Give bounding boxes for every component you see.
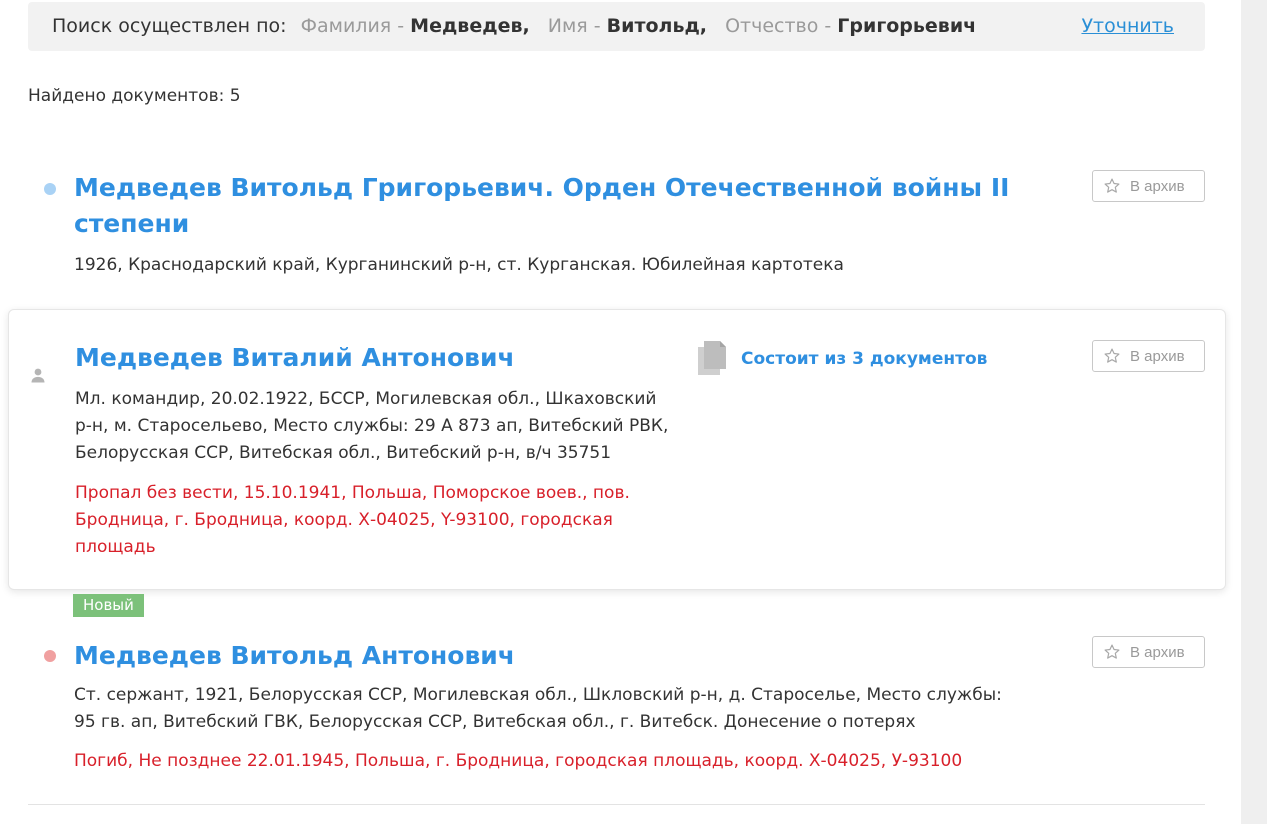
- description-line: р-н, м. Старосельево, Место службы: 29 А…: [75, 416, 669, 436]
- result-title-link[interactable]: Медведев Витольд Григорьевич. Орден Отеч…: [74, 170, 1009, 242]
- patronymic-value: Григорьевич: [837, 15, 977, 37]
- surname-label: Фамилия -: [300, 15, 405, 37]
- documents-count-link[interactable]: Состоит из 3 документов: [741, 346, 987, 372]
- star-icon: [1104, 178, 1120, 193]
- unread-marker-dot: [44, 183, 56, 195]
- right-scroll-strip: [1241, 0, 1267, 824]
- description-line: Белорусская ССР, Витебская обл., Витебск…: [75, 443, 612, 463]
- status-line: площадь: [75, 537, 156, 557]
- result-item: Медведев Витольд Антонович Ст. сержант, …: [8, 628, 1226, 788]
- status-line: Бродница, г. Бродница, коорд. Х-04025, Y…: [75, 510, 613, 530]
- person-icon: [31, 368, 45, 383]
- status-line: Погиб, Не позднее 22.01.1945, Польша, г.…: [74, 751, 963, 771]
- result-description: 1926, Краснодарский край, Курганинский р…: [74, 255, 844, 275]
- new-badge: Новый: [73, 594, 144, 617]
- archive-button-label: В архив: [1130, 178, 1185, 195]
- refine-search-link[interactable]: Уточнить: [1081, 2, 1174, 51]
- result-description: Мл. командир, 20.02.1922, БССР, Могилевс…: [75, 386, 668, 467]
- result-status: Пропал без вести, 15.10.1941, Польша, По…: [75, 480, 630, 561]
- patronymic-label: Отчество -: [725, 15, 832, 37]
- add-to-archive-button[interactable]: В архив: [1092, 636, 1205, 668]
- search-criteria: Поиск осуществлен по: Фамилия - Медведев…: [52, 2, 976, 51]
- result-title-link[interactable]: Медведев Витольд Антонович: [74, 638, 515, 674]
- result-title-line: степени: [74, 209, 190, 238]
- result-status: Погиб, Не позднее 22.01.1945, Польша, г.…: [74, 748, 962, 775]
- star-icon: [1104, 644, 1120, 659]
- description-line: Мл. командир, 20.02.1922, БССР, Могилевс…: [75, 389, 657, 409]
- add-to-archive-button[interactable]: В архив: [1092, 170, 1205, 202]
- result-item: Медведев Витольд Григорьевич. Орден Отеч…: [8, 160, 1226, 300]
- status-line: Пропал без вести, 15.10.1941, Польша, По…: [75, 483, 630, 503]
- search-prefix: Поиск осуществлен по:: [52, 15, 287, 37]
- star-icon: [1104, 348, 1120, 363]
- surname-value: Медведев,: [410, 15, 530, 37]
- result-item-highlighted: Медведев Виталий Антонович Мл. командир,…: [8, 309, 1226, 590]
- name-label: Имя -: [547, 15, 601, 37]
- archive-button-label: В архив: [1130, 348, 1185, 365]
- search-summary-bar: Поиск осуществлен по: Фамилия - Медведев…: [28, 2, 1205, 51]
- result-title-line: Медведев Витольд Григорьевич. Орден Отеч…: [74, 173, 1010, 202]
- archive-button-label: В архив: [1130, 644, 1185, 661]
- result-description: Ст. сержант, 1921, Белорусская ССР, Моги…: [74, 682, 1002, 736]
- found-documents-count: Найдено документов: 5: [28, 86, 241, 106]
- results-divider: [28, 804, 1205, 805]
- documents-icon: [698, 341, 726, 375]
- add-to-archive-button[interactable]: В архив: [1092, 340, 1205, 372]
- result-title-link[interactable]: Медведев Виталий Антонович: [75, 340, 515, 376]
- name-value: Витольд,: [606, 15, 708, 37]
- description-line: Ст. сержант, 1921, Белорусская ССР, Моги…: [74, 685, 1002, 705]
- unread-marker-dot: [44, 650, 56, 662]
- description-line: 95 гв. ап, Витебский ГВК, Белорусская СС…: [74, 712, 916, 732]
